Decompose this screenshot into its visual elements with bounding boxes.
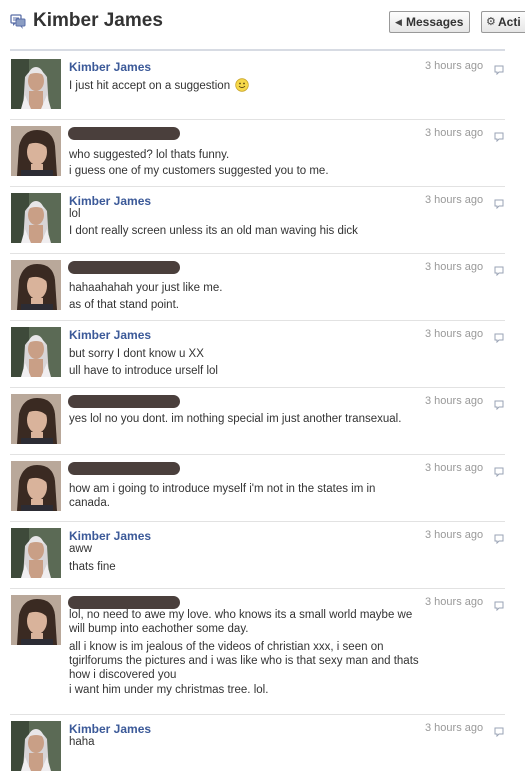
redacted-sender-name [68,462,180,475]
reply-icon[interactable] [494,724,504,738]
message-divider [10,588,505,589]
reply-icon[interactable] [494,263,504,277]
message-divider [10,387,505,388]
message-text: I just hit accept on a suggestion [69,78,419,93]
message-text: I dont really screen unless its an old m… [69,225,358,237]
gear-icon: ⚙ [486,16,496,28]
message-divider [10,186,505,187]
avatar[interactable] [11,595,61,645]
messages-button-label: Messages [406,15,464,29]
actions-button-label: Acti [498,15,521,29]
message-text: all i know is im jealous of the videos o… [69,641,419,681]
message-timestamp: 3 hours ago [425,127,484,139]
sender-name-link[interactable]: Kimber James [69,194,151,208]
left-arrow-icon: ◀ [395,17,402,27]
message-timestamp: 3 hours ago [425,328,484,340]
message-text: yes lol no you dont. im nothing special … [69,413,402,425]
page-title: Kimber James [33,10,163,31]
message-divider [10,119,505,120]
reply-icon[interactable] [494,464,504,478]
avatar[interactable] [11,461,61,511]
avatar[interactable] [11,721,61,771]
message-text: but sorry I dont know u XX [69,348,204,360]
message-text: hahaahahah your just like me. [69,282,223,294]
redacted-sender-name [68,395,180,408]
sender-name-link[interactable]: Kimber James [69,529,151,543]
message-timestamp: 3 hours ago [425,722,484,734]
message-divider [10,253,505,254]
avatar[interactable] [11,59,61,109]
reply-icon[interactable] [494,129,504,143]
message-text: as of that stand point. [69,299,179,311]
message-text: thats fine [69,561,116,573]
reply-icon[interactable] [494,397,504,411]
header-divider [10,49,505,51]
chat-bubbles-icon [10,14,26,29]
avatar[interactable] [11,193,61,243]
message-text: lol [69,208,81,220]
sender-name-link[interactable]: Kimber James [69,722,151,736]
message-divider [10,714,505,715]
reply-icon[interactable] [494,196,504,210]
sender-name-link[interactable]: Kimber James [69,60,151,74]
message-timestamp: 3 hours ago [425,462,484,474]
actions-button[interactable]: ⚙ Acti [481,11,525,33]
message-text: i want him under my christmas tree. lol. [69,684,269,696]
avatar[interactable] [11,126,61,176]
redacted-sender-name [68,261,180,274]
reply-icon[interactable] [494,62,504,76]
message-timestamp: 3 hours ago [425,60,484,72]
reply-icon[interactable] [494,531,504,545]
sender-name-link[interactable]: Kimber James [69,328,151,342]
avatar[interactable] [11,260,61,310]
conversation-header: Kimber James ◀ Messages ⚙ Acti [0,0,525,46]
reply-icon[interactable] [494,598,504,612]
message-timestamp: 3 hours ago [425,395,484,407]
avatar[interactable] [11,528,61,578]
message-text: ull have to introduce urself lol [69,365,218,377]
message-text: lol, no need to awe my love. who knows i… [69,609,413,635]
reply-icon[interactable] [494,330,504,344]
message-timestamp: 3 hours ago [425,596,484,608]
message-timestamp: 3 hours ago [425,261,484,273]
message-divider [10,521,505,522]
message-divider [10,454,505,455]
smile-emoticon [235,78,250,92]
message-text: who suggested? lol thats funny. [69,149,230,161]
message-text: aww [69,543,93,555]
back-to-messages-button[interactable]: ◀ Messages [389,11,470,33]
message-text: i guess one of my customers suggested yo… [69,165,329,177]
message-timestamp: 3 hours ago [425,194,484,206]
message-text: haha [69,736,95,748]
message-divider [10,320,505,321]
message-timestamp: 3 hours ago [425,529,484,541]
redacted-sender-name [68,127,180,140]
avatar[interactable] [11,394,61,444]
avatar[interactable] [11,327,61,377]
message-text: how am i going to introduce myself i'm n… [69,483,376,509]
